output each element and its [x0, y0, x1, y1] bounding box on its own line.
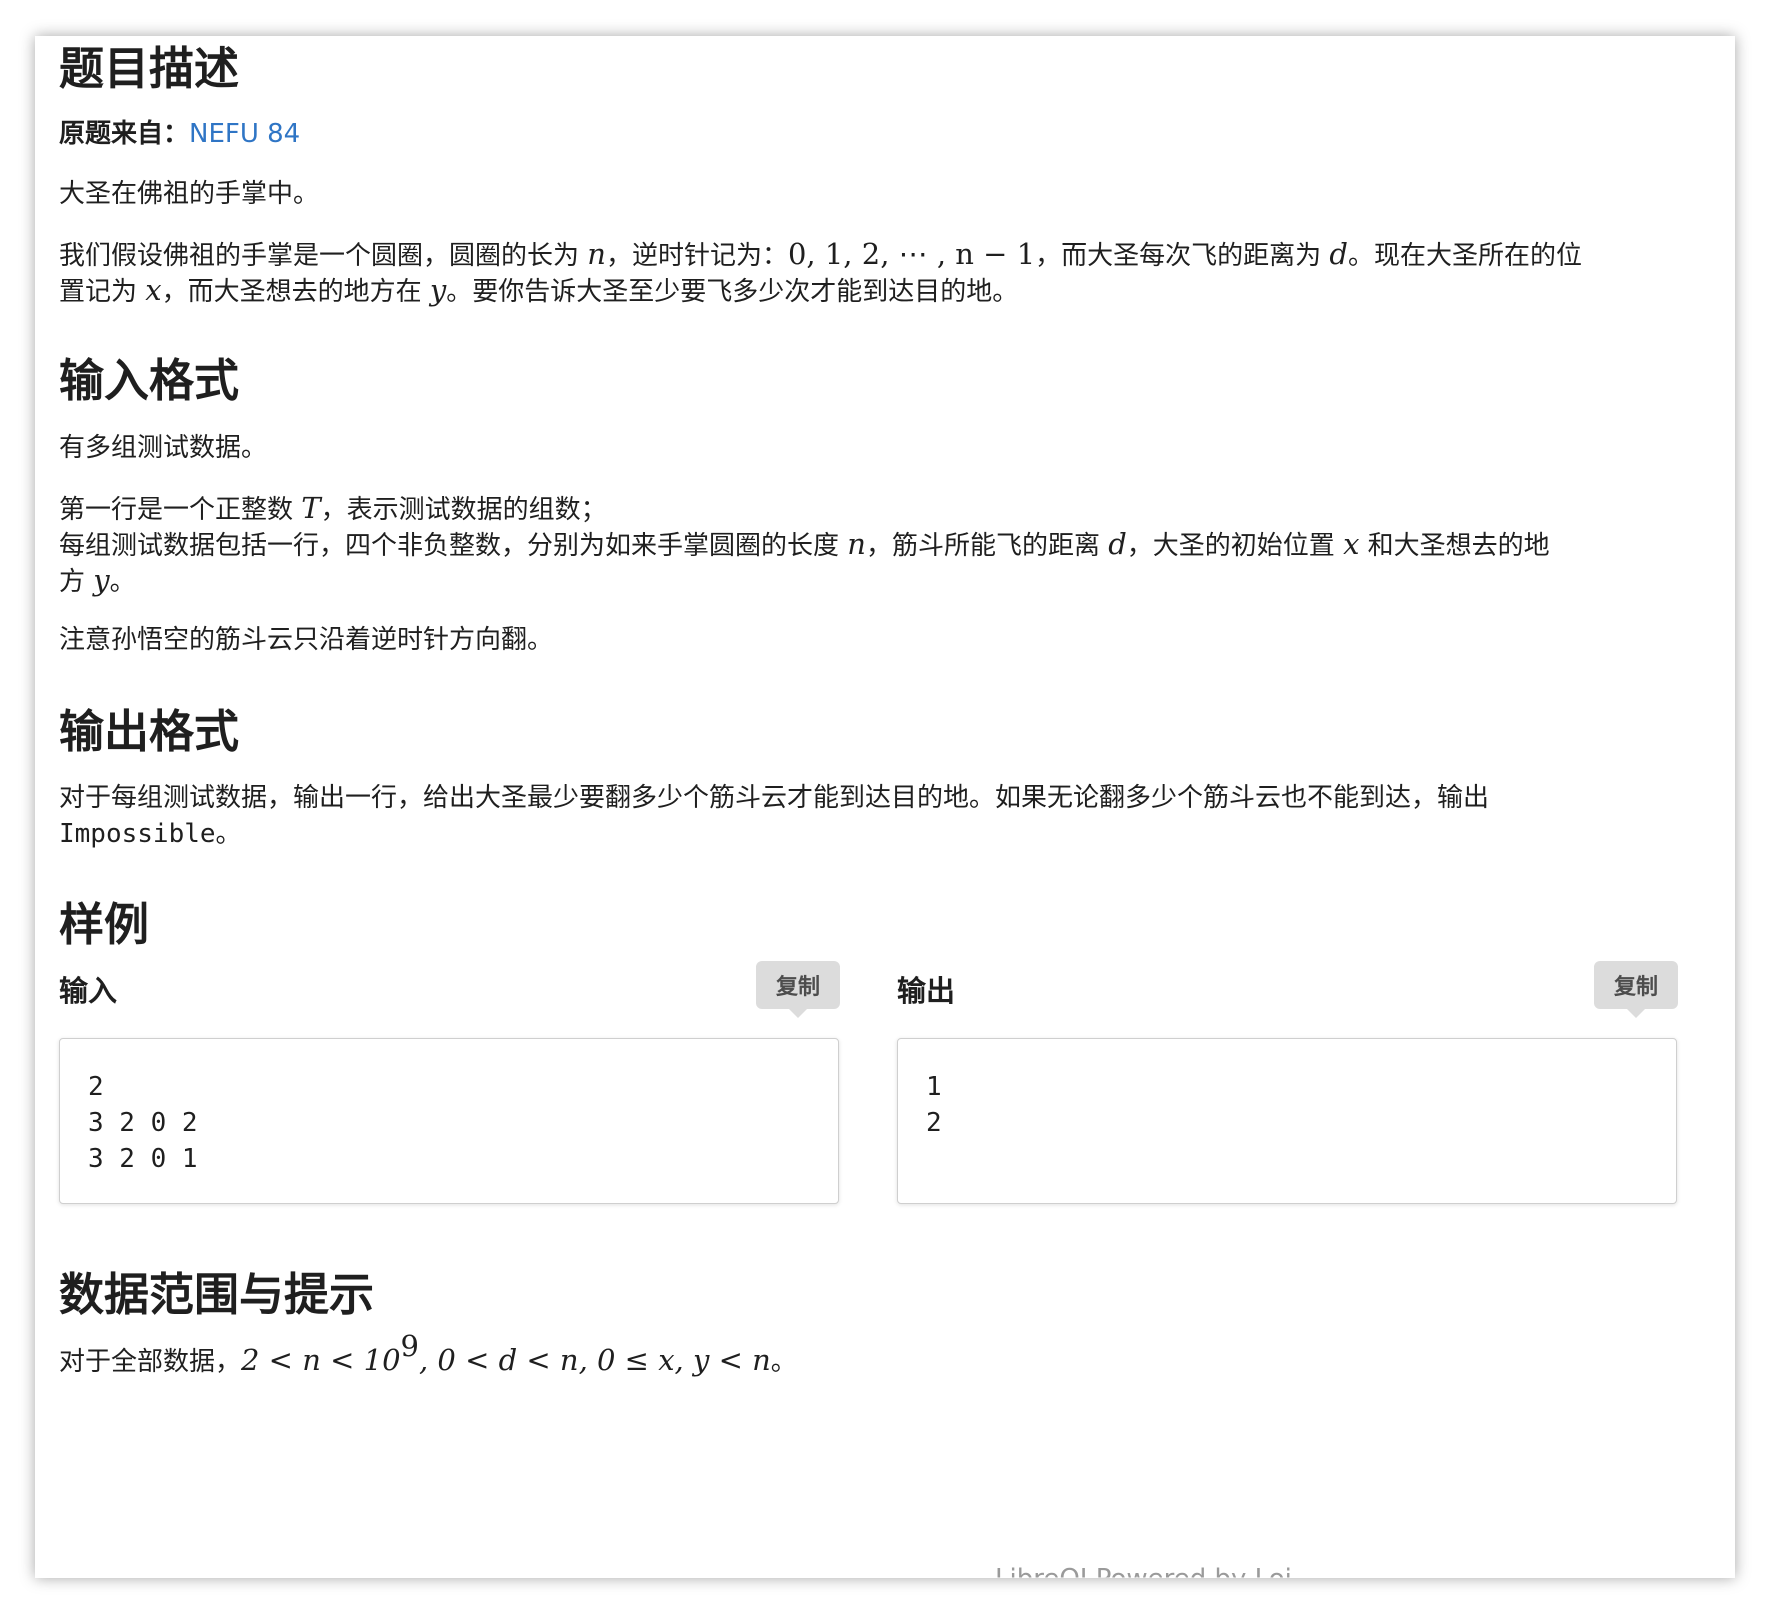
text-span: ，而大圣每次飞的距离为 — [1035, 241, 1330, 271]
math-x: x — [1343, 527, 1360, 561]
copy-input-button[interactable]: 复制 — [756, 961, 840, 1018]
math-n: n — [587, 237, 606, 271]
output-format-title: 输出格式 — [59, 705, 240, 758]
text-span: 。 — [770, 1347, 797, 1377]
text-span: ，表示测试数据的组数； — [320, 495, 607, 525]
text-span: ，逆时针记为： — [605, 241, 788, 271]
math-T: T — [301, 491, 321, 525]
sample-output-label: 输出 — [897, 974, 956, 1008]
range-line: 对于全部数据，2 < n < 109, 0 < d < n, 0 ≤ x, y … — [59, 1332, 797, 1382]
text-span: 。 — [109, 567, 136, 597]
sample-output-text: 1 2 — [926, 1072, 942, 1138]
math-x: x — [145, 273, 162, 307]
copy-output-button[interactable]: 复制 — [1594, 961, 1678, 1018]
range-title: 数据范围与提示 — [59, 1268, 375, 1321]
source-label: 原题来自： — [59, 119, 190, 149]
text-span: ，筋斗所能飞的距离 — [865, 531, 1109, 561]
impossible-code: Impossible — [59, 819, 216, 849]
text-span: 。现在大圣所在的位 — [1348, 241, 1583, 271]
sample-input-text: 2 3 2 0 2 3 2 0 1 — [88, 1072, 198, 1174]
text-span: 每组测试数据包括一行，四个非负整数，分别为如来手掌圆圈的长度 — [59, 531, 848, 561]
text-span: 和大圣想去的地 — [1359, 531, 1550, 561]
math-d: d — [1108, 527, 1127, 561]
output-format-line-2: Impossible。 — [59, 814, 242, 854]
math-exponent: 9 — [400, 1329, 419, 1364]
text-span: ，大圣的初始位置 — [1126, 531, 1344, 561]
input-format-para-1: 有多组测试数据。 — [59, 433, 268, 463]
text-span: 。 — [215, 819, 242, 849]
sample-input-label: 输入 — [59, 974, 118, 1008]
problem-page: 题目描述 原题来自：NEFU 84 大圣在佛祖的手掌中。 我们假设佛祖的手掌是一… — [35, 36, 1735, 1578]
math-range-rest: , 0 < d < n, 0 ≤ x, y < n — [418, 1343, 771, 1377]
text-span: 对于全部数据， — [59, 1347, 242, 1377]
math-sequence: 0, 1, 2, ⋯ , n − 1 — [787, 237, 1036, 271]
text-span: 。要你告诉大圣至少要飞多少次才能到达目的地。 — [446, 277, 1019, 307]
math-y: y — [429, 273, 447, 307]
samples-title: 样例 — [59, 898, 150, 951]
source-line: 原题来自：NEFU 84 — [59, 114, 300, 154]
math-d: d — [1329, 237, 1348, 271]
footer-text: LibreOJ Powered by Loj — [995, 1564, 1292, 1578]
input-format-line-3: 方 y。 — [59, 560, 136, 602]
text-span: 我们假设佛祖的手掌是一个圆圈，圆圈的长为 — [59, 241, 588, 271]
math-n: n — [847, 527, 866, 561]
text-span: 置记为 — [59, 277, 146, 307]
math-range-n: 2 < n < 10 — [241, 1343, 401, 1377]
output-format-line-1: 对于每组测试数据，输出一行，给出大圣最少要翻多少个筋斗云才能到达目的地。如果无论… — [59, 783, 1490, 813]
input-format-line-2: 每组测试数据包括一行，四个非负整数，分别为如来手掌圆圈的长度 n，筋斗所能飞的距… — [59, 524, 1550, 566]
input-format-title: 输入格式 — [59, 354, 240, 407]
text-span: ，而大圣想去的地方在 — [161, 277, 430, 307]
source-link[interactable]: NEFU 84 — [189, 119, 300, 149]
text-span: 方 — [59, 567, 94, 597]
sample-output-box[interactable]: 1 2 — [897, 1038, 1677, 1204]
math-y: y — [93, 563, 110, 597]
description-para-1: 大圣在佛祖的手掌中。 — [59, 179, 320, 209]
sample-input-box[interactable]: 2 3 2 0 2 3 2 0 1 — [59, 1038, 839, 1204]
description-para-2-line-2: 置记为 x，而大圣想去的地方在 y。要你告诉大圣至少要飞多少次才能到达目的地。 — [59, 270, 1018, 312]
input-format-note: 注意孙悟空的筋斗云只沿着逆时针方向翻。 — [59, 625, 554, 655]
description-title: 题目描述 — [59, 42, 240, 95]
text-span: 第一行是一个正整数 — [59, 495, 302, 525]
